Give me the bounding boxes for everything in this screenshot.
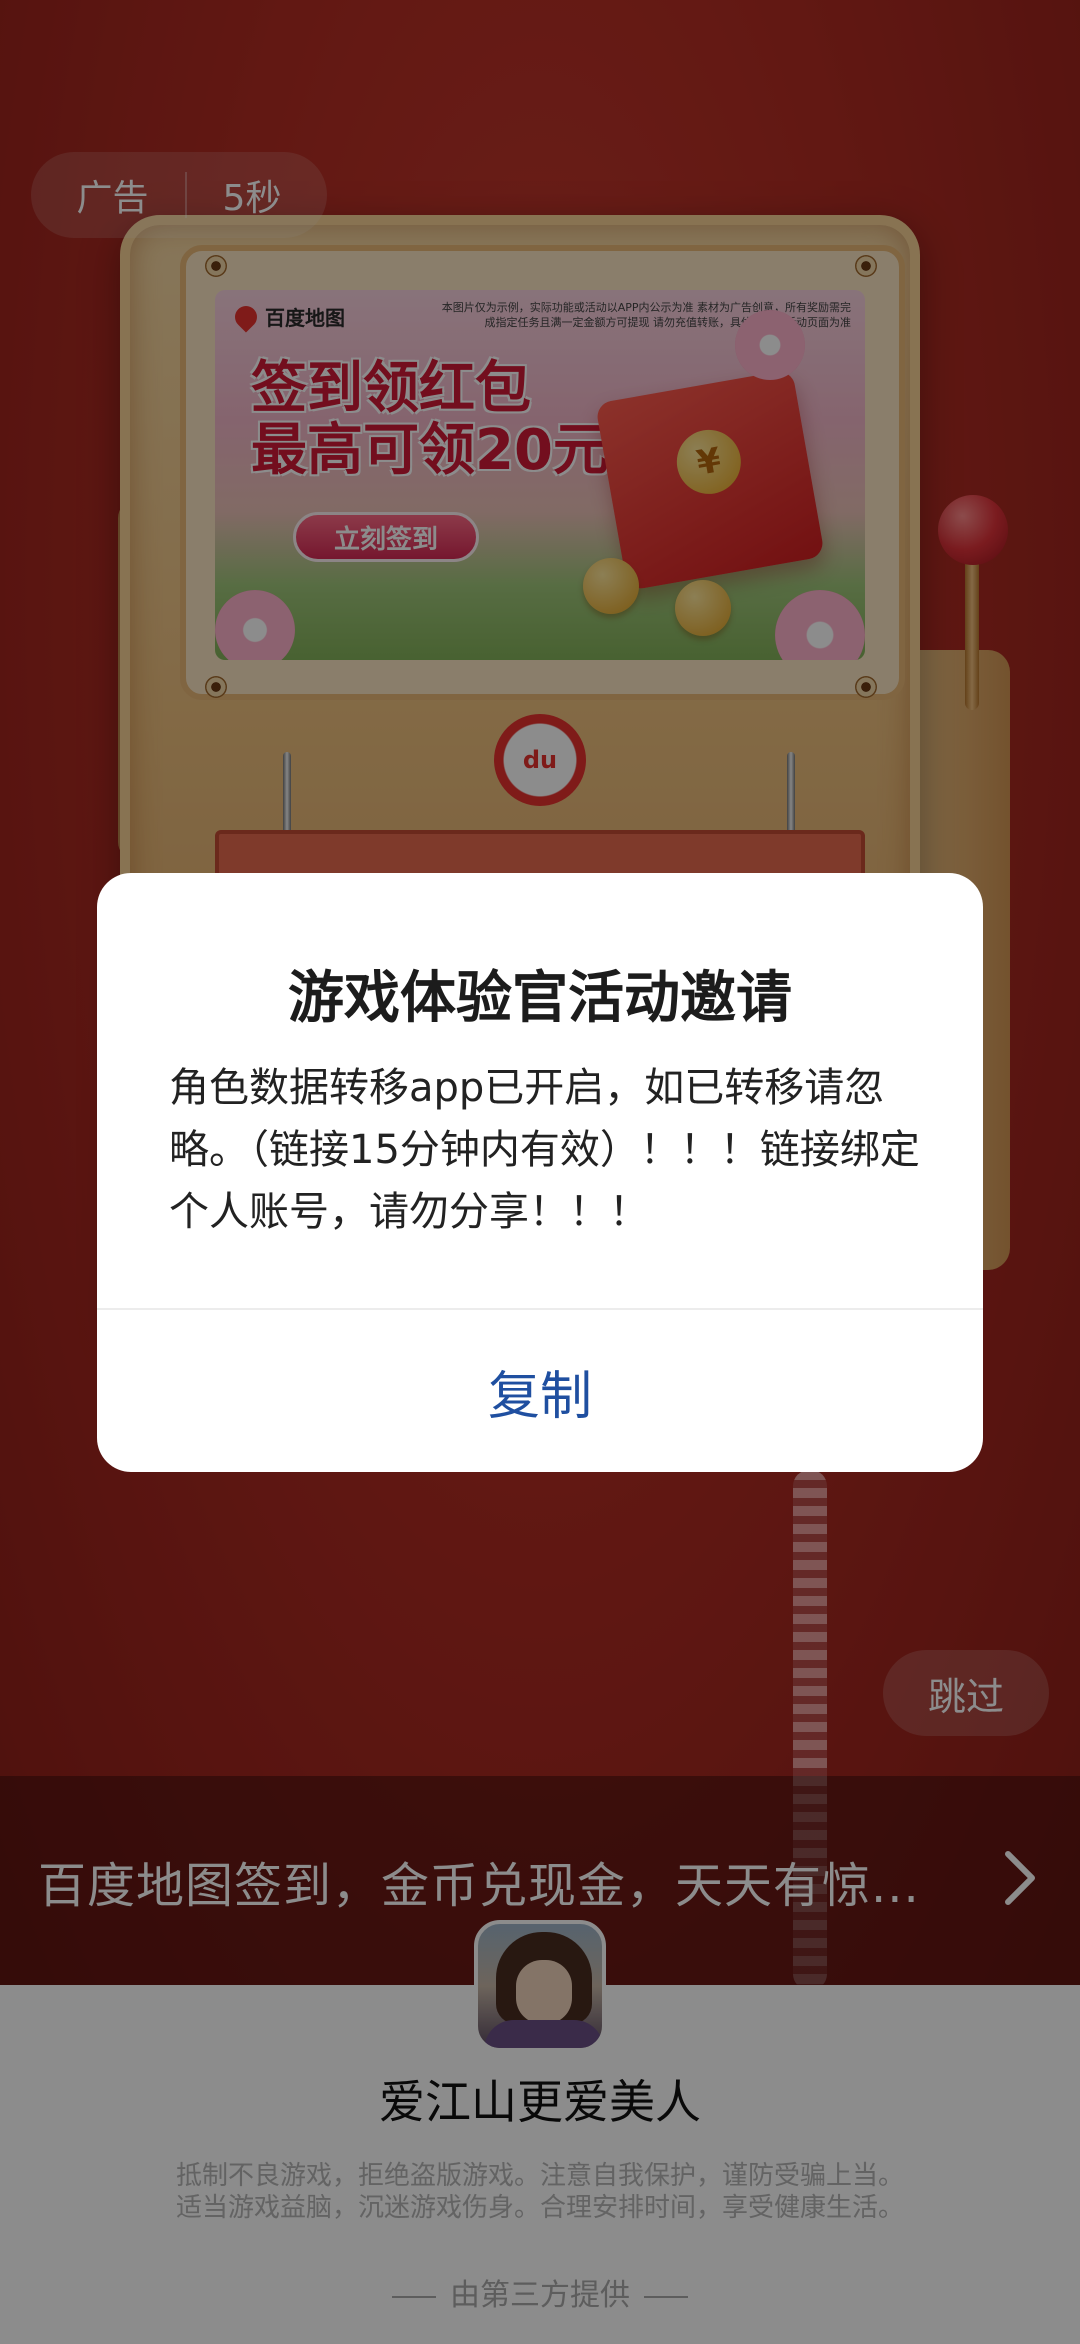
copy-button[interactable]: 复制 xyxy=(97,1310,983,1472)
dialog-title: 游戏体验官活动邀请 xyxy=(288,966,792,1031)
invitation-dialog: 游戏体验官活动邀请 角色数据转移app已开启，如已转移请忽略。（链接15分钟内有… xyxy=(97,873,983,1472)
dialog-message: 角色数据转移app已开启，如已转移请忽略。（链接15分钟内有效）！！！链接绑定个… xyxy=(169,1065,920,1235)
